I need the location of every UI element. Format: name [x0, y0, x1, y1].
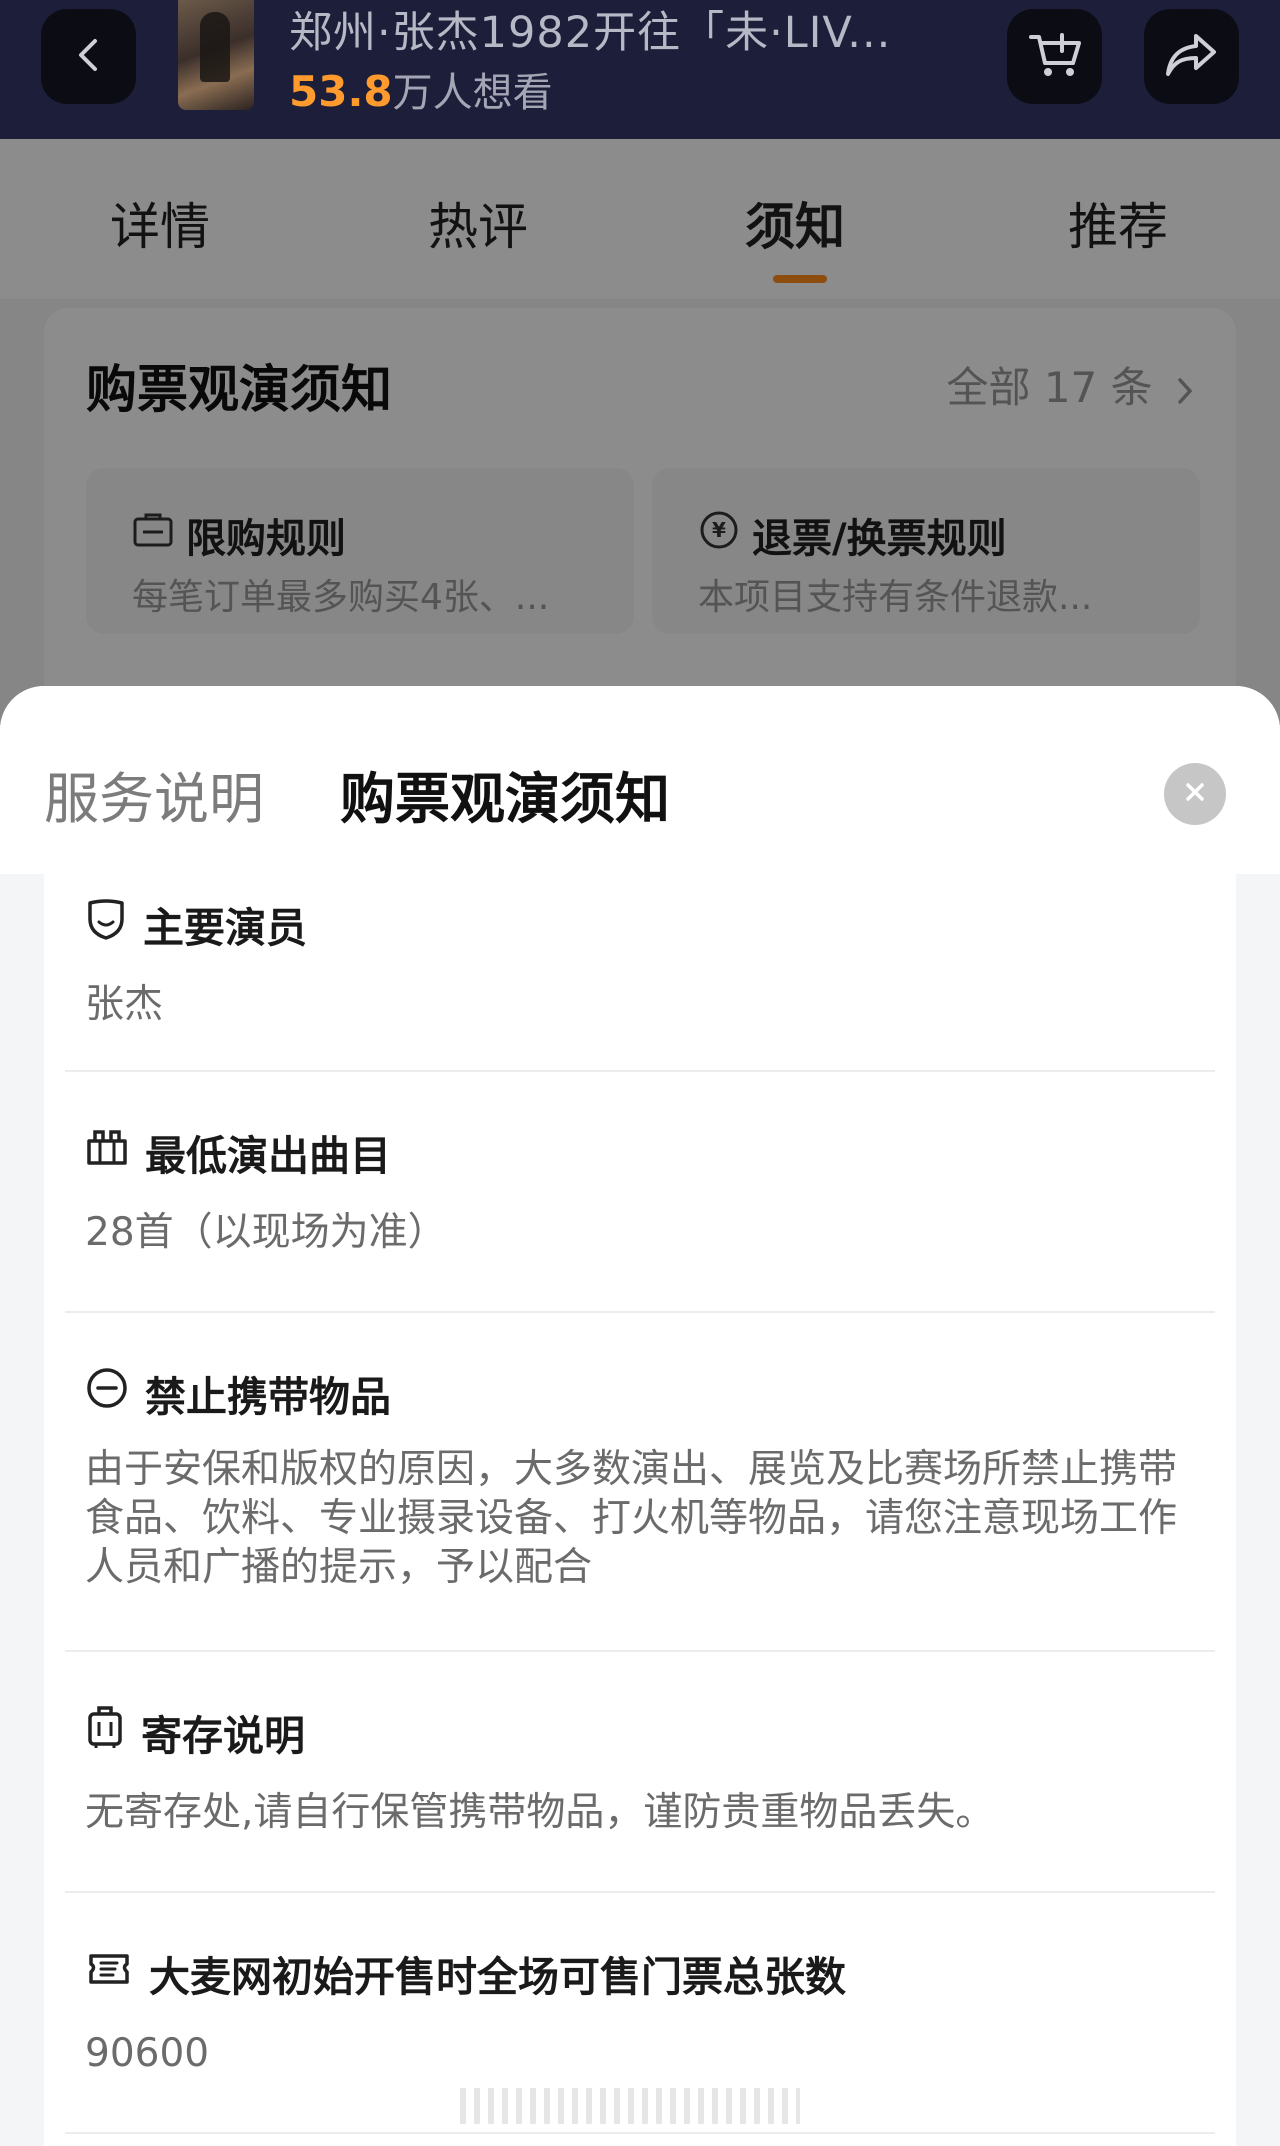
item-title: 禁止携带物品	[145, 1373, 391, 1421]
want-count: 53.8万人想看	[289, 60, 553, 118]
luggage-icon	[85, 1704, 125, 1760]
event-title: 郑州·张杰1982开往「未·LIV...	[289, 8, 892, 58]
tab-ticket-notice[interactable]: 购票观演须知	[340, 754, 670, 834]
share-icon	[1164, 30, 1220, 84]
list-item: 最低演出曲目 28首（以现场为准）	[65, 1072, 1215, 1312]
list-item: 主要演员 张杰	[65, 874, 1215, 1041]
event-poster[interactable]	[178, 0, 254, 110]
item-title: 大麦网初始开售时全场可售门票总张数	[149, 1953, 846, 2001]
list-item: 禁止携带物品 由于安保和版权的原因，大多数演出、展览及比赛场所禁止携带食品、饮料…	[65, 1313, 1215, 1651]
list-item: 寄存说明 无寄存处,请自行保管携带物品，谨防贵重物品丢失。	[65, 1652, 1215, 1892]
item-body: 无寄存处,请自行保管携带物品，谨防贵重物品丢失。	[85, 1790, 995, 1835]
item-body: 由于安保和版权的原因，大多数演出、展览及比赛场所禁止携带食品、饮料、专业摄录设备…	[85, 1447, 1178, 1590]
item-body: 28首（以现场为准）	[85, 1210, 447, 1255]
forbidden-icon	[85, 1366, 129, 1420]
cart-button[interactable]	[1007, 9, 1102, 104]
watermark	[460, 2088, 800, 2124]
music-icon	[85, 1127, 129, 1177]
want-count-suffix: 万人想看	[392, 70, 553, 116]
item-title: 最低演出曲目	[145, 1132, 391, 1180]
want-count-number: 53.8	[289, 67, 393, 116]
mask-icon	[85, 897, 127, 951]
close-icon	[1183, 780, 1207, 808]
chevron-left-icon	[69, 35, 109, 79]
share-button[interactable]	[1144, 9, 1239, 104]
item-body: 张杰	[85, 982, 164, 1027]
divider	[65, 2132, 1215, 2134]
back-button[interactable]	[41, 9, 136, 104]
item-title: 主要演员	[143, 904, 307, 952]
sheet-header: 服务说明 购票观演须知	[0, 686, 1280, 874]
top-bar: 郑州·张杰1982开往「未·LIV... 53.8万人想看	[0, 0, 1280, 139]
tab-service-info[interactable]: 服务说明	[44, 754, 264, 834]
close-button[interactable]	[1164, 763, 1226, 825]
item-title: 寄存说明	[141, 1712, 305, 1760]
item-body: 90600	[85, 2031, 210, 2076]
ticket-stack-icon	[85, 1948, 133, 1998]
notice-content-card: 主要演员 张杰 最低演出曲目 28首（以现场为准） 禁止携带物品 由于安保和版权…	[44, 874, 1236, 2146]
notice-sheet: 服务说明 购票观演须知 主要演员 张杰 最低演出曲目 28首（以现场为准） 禁止…	[0, 686, 1280, 2146]
cart-icon	[1027, 29, 1083, 85]
